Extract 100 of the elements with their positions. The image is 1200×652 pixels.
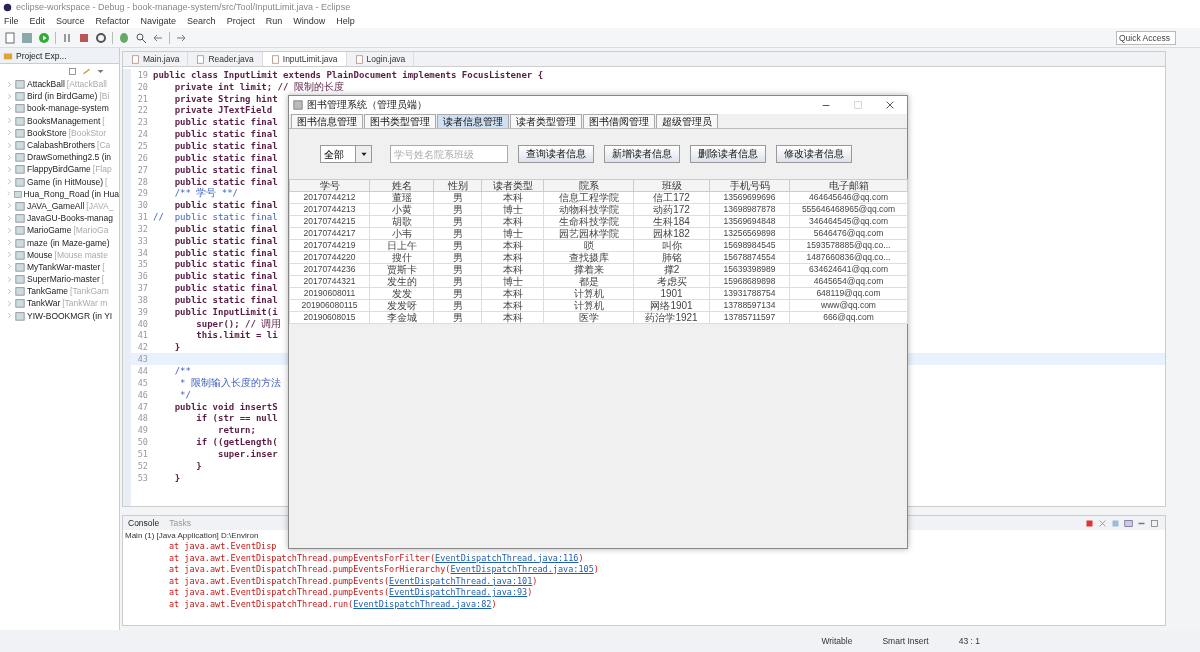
menu-item[interactable]: Project [226,16,255,26]
tree-item[interactable]: Hua_Rong_Road (in Hua [0,187,119,200]
line-number: 45 [136,377,149,388]
editor-tab[interactable]: Main.java [123,52,189,66]
tree-item[interactable]: Game (in HitMouse) [ [0,175,119,188]
code-line: super(); // 调用 [195,317,282,330]
caret-icon [359,150,368,158]
tab[interactable]: 图书类型管理 [364,114,436,128]
remove-icon[interactable] [1098,518,1107,528]
table-cell: 本科 [481,191,544,204]
action-button[interactable]: 查询读者信息 [518,145,594,163]
tree-item[interactable]: Mouse [Mouse maste [0,248,119,261]
tab[interactable]: 图书借阅管理 [583,114,655,128]
tree-item[interactable]: Bird (in BirdGame) [Bi [0,90,119,103]
source-link[interactable]: EventDispatchThread.java:82 [353,598,492,609]
menu-item[interactable]: Help [336,16,355,26]
column-header[interactable]: 姓名 [369,179,434,192]
table-cell: 本科 [481,263,544,276]
table-cell: 博士 [481,203,544,216]
code-line: public static final [173,117,278,128]
table-cell: 董瑶 [369,191,434,204]
tab[interactable]: 超级管理员 [656,114,718,128]
tab[interactable]: 读者信息管理 [437,114,509,128]
column-header[interactable]: 院系 [543,179,634,192]
maximize-icon[interactable] [1150,518,1159,528]
column-header[interactable]: 性别 [433,179,482,192]
menu-item[interactable]: Window [293,16,326,26]
table-cell: 本科 [481,311,544,324]
tree-item[interactable]: AttackBall [AttackBall [0,78,119,91]
search-icon[interactable] [135,31,147,44]
tree-item[interactable]: FlappyBirdGame [Flap [0,163,119,176]
table-cell: 李金城 [369,311,434,324]
table-cell: 本科 [481,299,544,312]
column-header[interactable]: 手机号码 [709,179,790,192]
menu-item[interactable]: File [4,16,19,26]
tree-item[interactable]: MyTankWar-master [ [0,260,119,273]
stop-icon[interactable] [78,31,90,44]
new-file-icon[interactable] [4,31,16,44]
tree-item[interactable]: TankGame [TankGam [0,285,119,298]
tab[interactable]: 图书信息管理 [291,114,363,128]
line-number: 19 [136,69,149,80]
editor-tab[interactable]: InputLimit.java [262,52,347,66]
tree-item[interactable]: BookStore [BookStor [0,126,119,139]
filter-dropdown[interactable]: 全部 [320,145,372,163]
source-link[interactable]: EventDispatchThread.java:93 [389,587,528,597]
tree-item[interactable]: JavaGU-Books-manag [0,212,119,225]
column-header[interactable]: 读者类型 [481,179,544,192]
tree-item[interactable]: DrawSomething2.5 (in [0,151,119,164]
close-icon[interactable] [885,100,895,110]
table-cell: 13788597134 [709,299,790,312]
tree-item[interactable]: YIW-BOOKMGR (in YI [0,309,119,322]
action-button[interactable]: 删除读者信息 [690,145,766,163]
code-line: super.inser [217,448,278,459]
line-number: 44 [136,366,149,376]
table-cell: 胡歌 [369,215,434,228]
line-number: 50 [136,437,149,448]
table-cell: 查找摄库 [543,251,634,264]
search-field[interactable]: 学号姓名院系班级 [390,145,508,163]
tab[interactable]: 读者类型管理 [510,114,582,128]
code-line: */ [179,389,191,400]
run-icon[interactable] [38,31,50,44]
tree-item[interactable]: book-manage-system [0,102,119,115]
menu-item[interactable]: Navigate [140,16,177,26]
tree-item[interactable]: CalabashBrothers [Ca [0,138,119,152]
menu-item[interactable]: Run [265,16,283,26]
table-cell: 1487660836@qq.co... [789,251,908,264]
quick-access-field[interactable]: Quick Access [1116,30,1176,45]
menu-item[interactable]: Edit [29,16,46,26]
pause-icon[interactable] [61,31,73,44]
editor-tab[interactable]: Login.java [346,52,415,66]
column-header[interactable]: 电子邮箱 [789,179,908,192]
editor-tab[interactable]: Reader.java [188,52,263,66]
source-link[interactable]: EventDispatchThread.java:105 [450,564,594,574]
panel-title[interactable]: Project Exp... [16,50,67,61]
menu-item[interactable]: Source [56,16,85,26]
display-console-icon[interactable] [1124,518,1133,528]
tree-item[interactable]: MarioGame [MarioGa [0,224,119,237]
table-cell: 都是 [543,275,634,288]
tree-item[interactable]: SuperMario-master [ [0,273,119,286]
line-number: 31 [136,212,149,223]
table-cell: 日上午 [369,239,434,252]
stack-trace-line: at java.awt.EventDispatchThread.pumpEventsForHierarchy(EventDispatchThread.java:105) [168,564,600,576]
collapse-all-icon[interactable] [68,66,77,76]
table-cell: 15639398989 [709,263,790,276]
action-button[interactable]: 新增读者信息 [604,145,680,163]
tree-item[interactable]: BooksManagement [ [0,114,119,127]
stack-trace-line: at java.awt.EventDispatchThread.pumpEvents(EventDispatchThread.java:101) [168,575,539,587]
source-link[interactable]: EventDispatchThread.java:101 [389,575,533,586]
column-header[interactable]: 班级 [633,179,710,192]
menu-item[interactable]: Search [187,16,216,26]
console-tab[interactable]: Console [123,518,165,528]
tree-item[interactable]: maze (in Maze-game) [0,236,119,249]
source-link[interactable]: EventDispatchThread.java:116 [435,552,579,563]
tree-item[interactable]: JAVA_GameAll [JAVA_ [0,199,119,213]
action-button[interactable]: 修改读者信息 [776,145,852,163]
column-header[interactable]: 学号 [289,179,370,192]
menu-item[interactable]: Refactor [95,16,130,26]
tree-item[interactable]: TankWar [TankWar m [0,297,119,310]
terminate-icon[interactable] [1085,518,1094,528]
code-line: private int limit; // 限制的长度 [173,80,344,94]
